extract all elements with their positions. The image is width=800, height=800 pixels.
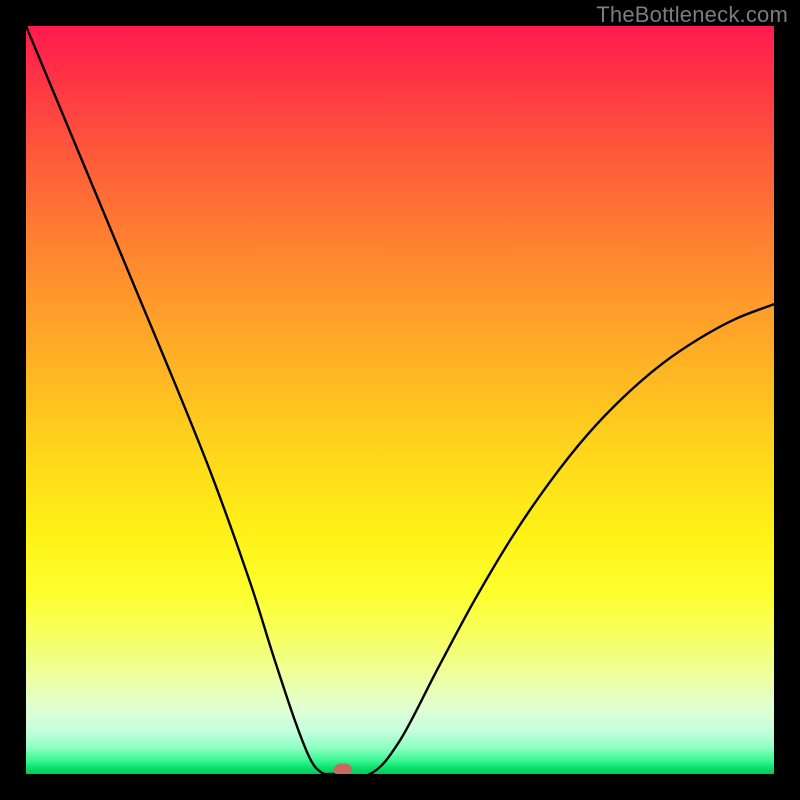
chart-frame: TheBottleneck.com [0, 0, 800, 800]
plot-area [26, 26, 774, 774]
watermark-text: TheBottleneck.com [596, 2, 788, 28]
min-marker [334, 763, 352, 774]
bottleneck-curve [26, 26, 774, 774]
curve-svg [26, 26, 774, 774]
